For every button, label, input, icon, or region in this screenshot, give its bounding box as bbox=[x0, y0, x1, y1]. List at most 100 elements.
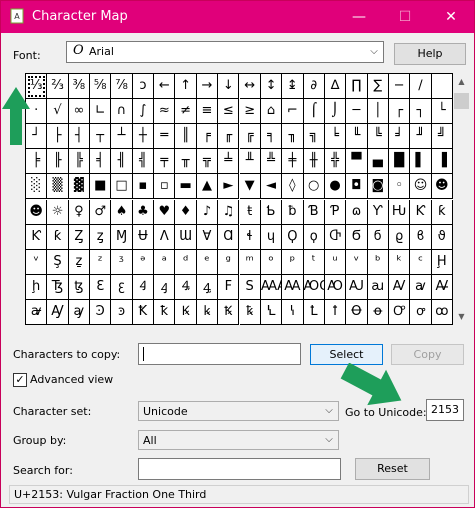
character-cell[interactable]: ← bbox=[154, 74, 176, 100]
character-cell[interactable]: ꝇ bbox=[282, 299, 304, 325]
close-button[interactable]: ✕ bbox=[428, 1, 474, 33]
character-cell[interactable]: Ɱ bbox=[111, 224, 133, 250]
character-cell[interactable]: ╟ bbox=[47, 149, 69, 175]
character-cell[interactable]: ╗ bbox=[303, 124, 325, 150]
reset-button[interactable]: Reset bbox=[355, 458, 430, 480]
character-cell[interactable]: ☼ bbox=[47, 199, 69, 225]
character-cell[interactable]: ─ bbox=[346, 99, 368, 125]
character-cell[interactable]: ╩ bbox=[260, 149, 283, 175]
character-cell[interactable]: Ꝁ bbox=[132, 299, 155, 325]
character-cell[interactable]: ꜿ bbox=[111, 299, 133, 325]
character-cell[interactable]: ↕ bbox=[260, 74, 283, 100]
character-cell[interactable]: Ḩ bbox=[431, 249, 453, 275]
character-cell[interactable]: ⌠ bbox=[303, 99, 325, 125]
character-cell[interactable]: ꜯ bbox=[196, 274, 219, 300]
character-cell[interactable]: ≈ bbox=[154, 99, 176, 125]
character-cell[interactable]: ▄ bbox=[367, 149, 389, 175]
character-cell[interactable]: ꜷ bbox=[367, 274, 389, 300]
character-cell[interactable]: ꝃ bbox=[196, 299, 219, 325]
character-cell[interactable]: Ş bbox=[47, 249, 69, 275]
chevron-down-icon[interactable]: ⌵ bbox=[320, 402, 338, 420]
character-cell[interactable]: Ƴ bbox=[367, 199, 389, 225]
character-cell[interactable]: ᵘ bbox=[324, 249, 347, 275]
character-cell[interactable]: ∞ bbox=[68, 99, 91, 125]
character-cell[interactable]: ɬ bbox=[239, 224, 261, 250]
character-cell[interactable]: ♪ bbox=[196, 199, 219, 225]
character-cell[interactable]: ■ bbox=[90, 174, 112, 200]
scroll-down-icon[interactable]: ▼ bbox=[453, 308, 470, 325]
character-cell[interactable]: ╒ bbox=[196, 124, 219, 150]
character-cell[interactable]: ↑ bbox=[175, 74, 197, 100]
character-cell[interactable]: ╦ bbox=[196, 149, 219, 175]
character-cell[interactable]: ᵒ bbox=[260, 249, 283, 275]
character-cell[interactable]: ╣ bbox=[132, 149, 155, 175]
character-cell[interactable]: Ƥ bbox=[324, 199, 347, 225]
character-cell[interactable]: ♀ bbox=[68, 199, 91, 225]
character-cell[interactable]: Ƅ bbox=[260, 199, 283, 225]
character-cell[interactable]: ᵍ bbox=[218, 249, 240, 275]
character-cell[interactable]: ∂ bbox=[303, 74, 325, 100]
characters-to-copy-input[interactable] bbox=[138, 343, 301, 365]
character-cell[interactable]: ᵈ bbox=[175, 249, 197, 275]
character-cell[interactable]: ∆ bbox=[324, 74, 347, 100]
character-cell[interactable]: ↨ bbox=[282, 74, 304, 100]
character-cell[interactable]: ≠ bbox=[175, 99, 197, 125]
character-cell[interactable]: ╫ bbox=[303, 149, 325, 175]
character-cell[interactable]: ▓ bbox=[68, 174, 91, 200]
character-cell[interactable]: ░ bbox=[26, 174, 48, 200]
character-cell[interactable]: Ꜭ bbox=[132, 274, 155, 300]
character-cell[interactable]: ẕ bbox=[68, 249, 91, 275]
scroll-thumb[interactable] bbox=[454, 93, 469, 109]
minimize-button[interactable]: — bbox=[336, 1, 382, 33]
character-cell[interactable]: ▒ bbox=[47, 174, 69, 200]
character-cell[interactable] bbox=[431, 74, 453, 100]
character-cell[interactable]: ♂ bbox=[90, 199, 112, 225]
character-cell[interactable]: Ƙ bbox=[26, 224, 48, 250]
character-cell[interactable]: ꝏ bbox=[431, 299, 453, 325]
character-cell[interactable]: ȥ bbox=[90, 224, 112, 250]
character-cell[interactable]: □ bbox=[111, 174, 133, 200]
character-cell[interactable]: ꝋ bbox=[367, 299, 389, 325]
character-cell[interactable]: Ꜿ bbox=[90, 299, 112, 325]
character-cell[interactable]: ▫ bbox=[154, 174, 176, 200]
character-cell[interactable]: Ꝋ bbox=[346, 299, 368, 325]
character-cell[interactable]: ᶻ bbox=[90, 249, 112, 275]
character-cell[interactable]: Ꜽ bbox=[47, 299, 69, 325]
character-cell[interactable]: ▲ bbox=[196, 174, 219, 200]
character-cell[interactable]: ╝ bbox=[431, 124, 453, 150]
character-cell[interactable]: Ɓ bbox=[303, 199, 325, 225]
character-cell[interactable]: ꝁ bbox=[154, 299, 176, 325]
character-cell[interactable]: ≥ bbox=[239, 99, 261, 125]
character-cell[interactable]: ϑ bbox=[431, 224, 453, 250]
character-cell[interactable]: ᶾ bbox=[111, 249, 133, 275]
character-cell[interactable]: ꜲA bbox=[260, 274, 283, 300]
character-cell[interactable]: ⌂ bbox=[260, 99, 283, 125]
character-cell[interactable]: ᵛ bbox=[346, 249, 368, 275]
character-cell[interactable]: ┌ bbox=[388, 99, 411, 125]
character-cell[interactable]: ┐ bbox=[410, 99, 432, 125]
character-cell[interactable]: ᵊ bbox=[132, 249, 155, 275]
character-cell[interactable]: ► bbox=[218, 174, 240, 200]
character-cell[interactable]: ᵛ bbox=[26, 249, 48, 275]
character-cell[interactable]: Ɐ bbox=[196, 224, 219, 250]
character-cell[interactable]: Ꜯ bbox=[175, 274, 197, 300]
select-button[interactable]: Select bbox=[310, 344, 383, 365]
character-cell[interactable]: ƙ bbox=[431, 199, 453, 225]
character-cell[interactable]: ☻ bbox=[431, 174, 453, 200]
character-cell[interactable]: ◄ bbox=[260, 174, 283, 200]
character-cell[interactable]: ╬ bbox=[324, 149, 347, 175]
character-cell[interactable]: ○ bbox=[303, 174, 325, 200]
character-cell[interactable]: ▐ bbox=[431, 149, 453, 175]
character-cell[interactable]: ≡ bbox=[196, 99, 219, 125]
character-cell[interactable]: ◙ bbox=[367, 174, 389, 200]
copy-button[interactable]: Copy bbox=[391, 344, 464, 365]
character-cell[interactable]: ╔ bbox=[239, 124, 261, 150]
character-cell[interactable]: Ꝇ bbox=[260, 299, 283, 325]
character-cell[interactable]: ꝅ bbox=[239, 299, 261, 325]
character-cell[interactable]: ꜻ bbox=[26, 299, 48, 325]
character-cell[interactable]: ◊ bbox=[282, 174, 304, 200]
character-cell[interactable]: S bbox=[239, 274, 261, 300]
character-cell[interactable]: ╜ bbox=[410, 124, 432, 150]
character-cell[interactable]: ♥ bbox=[154, 199, 176, 225]
character-cell[interactable]: ḩ bbox=[26, 274, 48, 300]
